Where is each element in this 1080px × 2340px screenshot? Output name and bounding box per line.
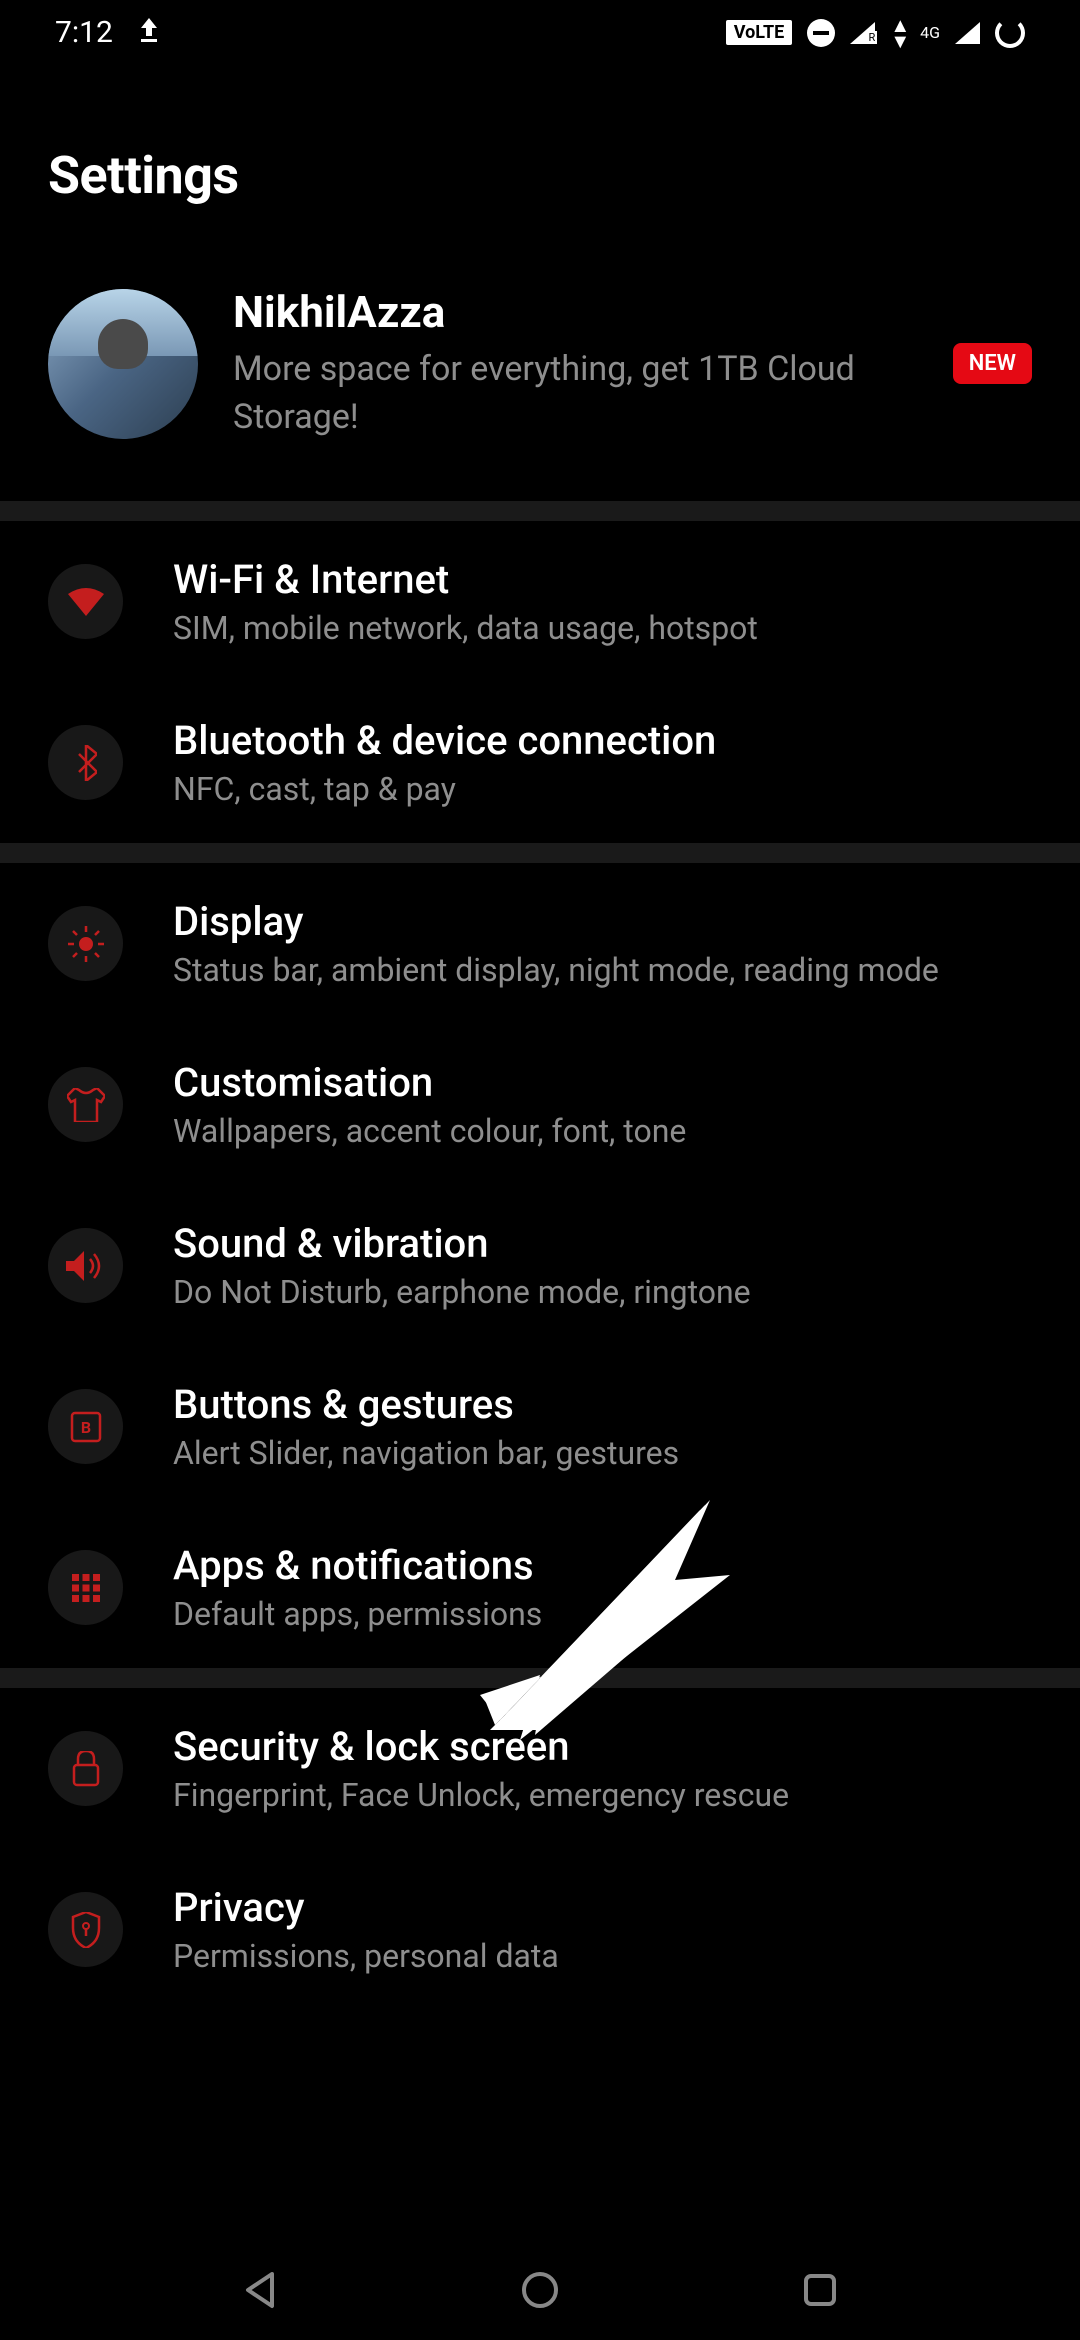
volte-badge: VoLTE: [726, 20, 793, 45]
settings-item-privacy[interactable]: Privacy Permissions, personal data: [0, 1849, 1080, 2010]
settings-item-display[interactable]: Display Status bar, ambient display, nig…: [0, 863, 1080, 1024]
item-title: Bluetooth & device connection: [173, 717, 1032, 764]
section-divider: [0, 501, 1080, 521]
item-text: Apps & notifications Default apps, permi…: [173, 1542, 1032, 1633]
item-title: Display: [173, 898, 1032, 945]
settings-item-bluetooth[interactable]: Bluetooth & device connection NFC, cast,…: [0, 682, 1080, 843]
header: Settings: [0, 65, 1080, 246]
signal-4g-label: 4G: [920, 23, 940, 42]
status-bar-left: 7:12: [55, 15, 160, 50]
profile-text: NikhilAzza More space for everything, ge…: [233, 286, 903, 441]
profile-name: NikhilAzza: [233, 286, 903, 338]
shirt-icon: [48, 1067, 123, 1142]
signal-icon-2: [955, 22, 980, 44]
settings-item-security[interactable]: Security & lock screen Fingerprint, Face…: [0, 1688, 1080, 1849]
item-title: Buttons & gestures: [173, 1381, 1032, 1428]
item-subtitle: Alert Slider, navigation bar, gestures: [173, 1434, 1032, 1472]
status-bar-right: VoLTE R ▲▼ 4G: [726, 17, 1025, 49]
signal-icon-1: R: [850, 22, 875, 44]
item-text: Privacy Permissions, personal data: [173, 1884, 1032, 1975]
section-divider: [0, 1668, 1080, 1688]
item-subtitle: Permissions, personal data: [173, 1937, 1032, 1975]
data-arrows-icon: ▲▼: [890, 17, 910, 49]
item-title: Privacy: [173, 1884, 1032, 1931]
settings-item-buttons[interactable]: B Buttons & gestures Alert Slider, navig…: [0, 1346, 1080, 1507]
item-subtitle: Default apps, permissions: [173, 1595, 1032, 1633]
item-text: Wi-Fi & Internet SIM, mobile network, da…: [173, 556, 1032, 647]
item-subtitle: Wallpapers, accent colour, font, tone: [173, 1112, 1032, 1150]
button-icon: B: [48, 1389, 123, 1464]
page-title: Settings: [48, 145, 1032, 206]
bluetooth-icon: [48, 725, 123, 800]
item-text: Display Status bar, ambient display, nig…: [173, 898, 1032, 989]
item-title: Apps & notifications: [173, 1542, 1032, 1589]
loading-spinner-icon: [995, 18, 1025, 48]
item-subtitle: Do Not Disturb, earphone mode, ringtone: [173, 1273, 1032, 1311]
shield-icon: [48, 1892, 123, 1967]
volume-icon: [48, 1228, 123, 1303]
svg-text:B: B: [80, 1418, 90, 1437]
item-subtitle: Status bar, ambient display, night mode,…: [173, 951, 1032, 989]
profile-subtitle: More space for everything, get 1TB Cloud…: [233, 346, 903, 441]
settings-item-wifi[interactable]: Wi-Fi & Internet SIM, mobile network, da…: [0, 521, 1080, 682]
upload-icon: [138, 15, 160, 50]
settings-item-sound[interactable]: Sound & vibration Do Not Disturb, earpho…: [0, 1185, 1080, 1346]
status-bar: 7:12 VoLTE R ▲▼ 4G: [0, 0, 1080, 65]
new-badge: NEW: [953, 343, 1032, 384]
nav-back-button[interactable]: [235, 2265, 285, 2315]
apps-icon: [48, 1550, 123, 1625]
item-subtitle: Fingerprint, Face Unlock, emergency resc…: [173, 1776, 1032, 1814]
settings-item-apps[interactable]: Apps & notifications Default apps, permi…: [0, 1507, 1080, 1668]
profile-section[interactable]: NikhilAzza More space for everything, ge…: [0, 246, 1080, 501]
dnd-icon: [807, 19, 835, 47]
item-title: Wi-Fi & Internet: [173, 556, 1032, 603]
item-text: Bluetooth & device connection NFC, cast,…: [173, 717, 1032, 808]
status-time: 7:12: [55, 15, 113, 50]
item-title: Customisation: [173, 1059, 1032, 1106]
item-text: Customisation Wallpapers, accent colour,…: [173, 1059, 1032, 1150]
nav-home-button[interactable]: [515, 2265, 565, 2315]
item-title: Security & lock screen: [173, 1723, 1032, 1770]
item-subtitle: SIM, mobile network, data usage, hotspot: [173, 609, 1032, 647]
section-divider: [0, 843, 1080, 863]
settings-item-customisation[interactable]: Customisation Wallpapers, accent colour,…: [0, 1024, 1080, 1185]
brightness-icon: [48, 906, 123, 981]
item-title: Sound & vibration: [173, 1220, 1032, 1267]
item-text: Buttons & gestures Alert Slider, navigat…: [173, 1381, 1032, 1472]
avatar: [48, 289, 198, 439]
nav-recent-button[interactable]: [795, 2265, 845, 2315]
lock-icon: [48, 1731, 123, 1806]
wifi-icon: [48, 564, 123, 639]
navigation-bar: [0, 2240, 1080, 2340]
item-text: Sound & vibration Do Not Disturb, earpho…: [173, 1220, 1032, 1311]
item-subtitle: NFC, cast, tap & pay: [173, 770, 1032, 808]
item-text: Security & lock screen Fingerprint, Face…: [173, 1723, 1032, 1814]
